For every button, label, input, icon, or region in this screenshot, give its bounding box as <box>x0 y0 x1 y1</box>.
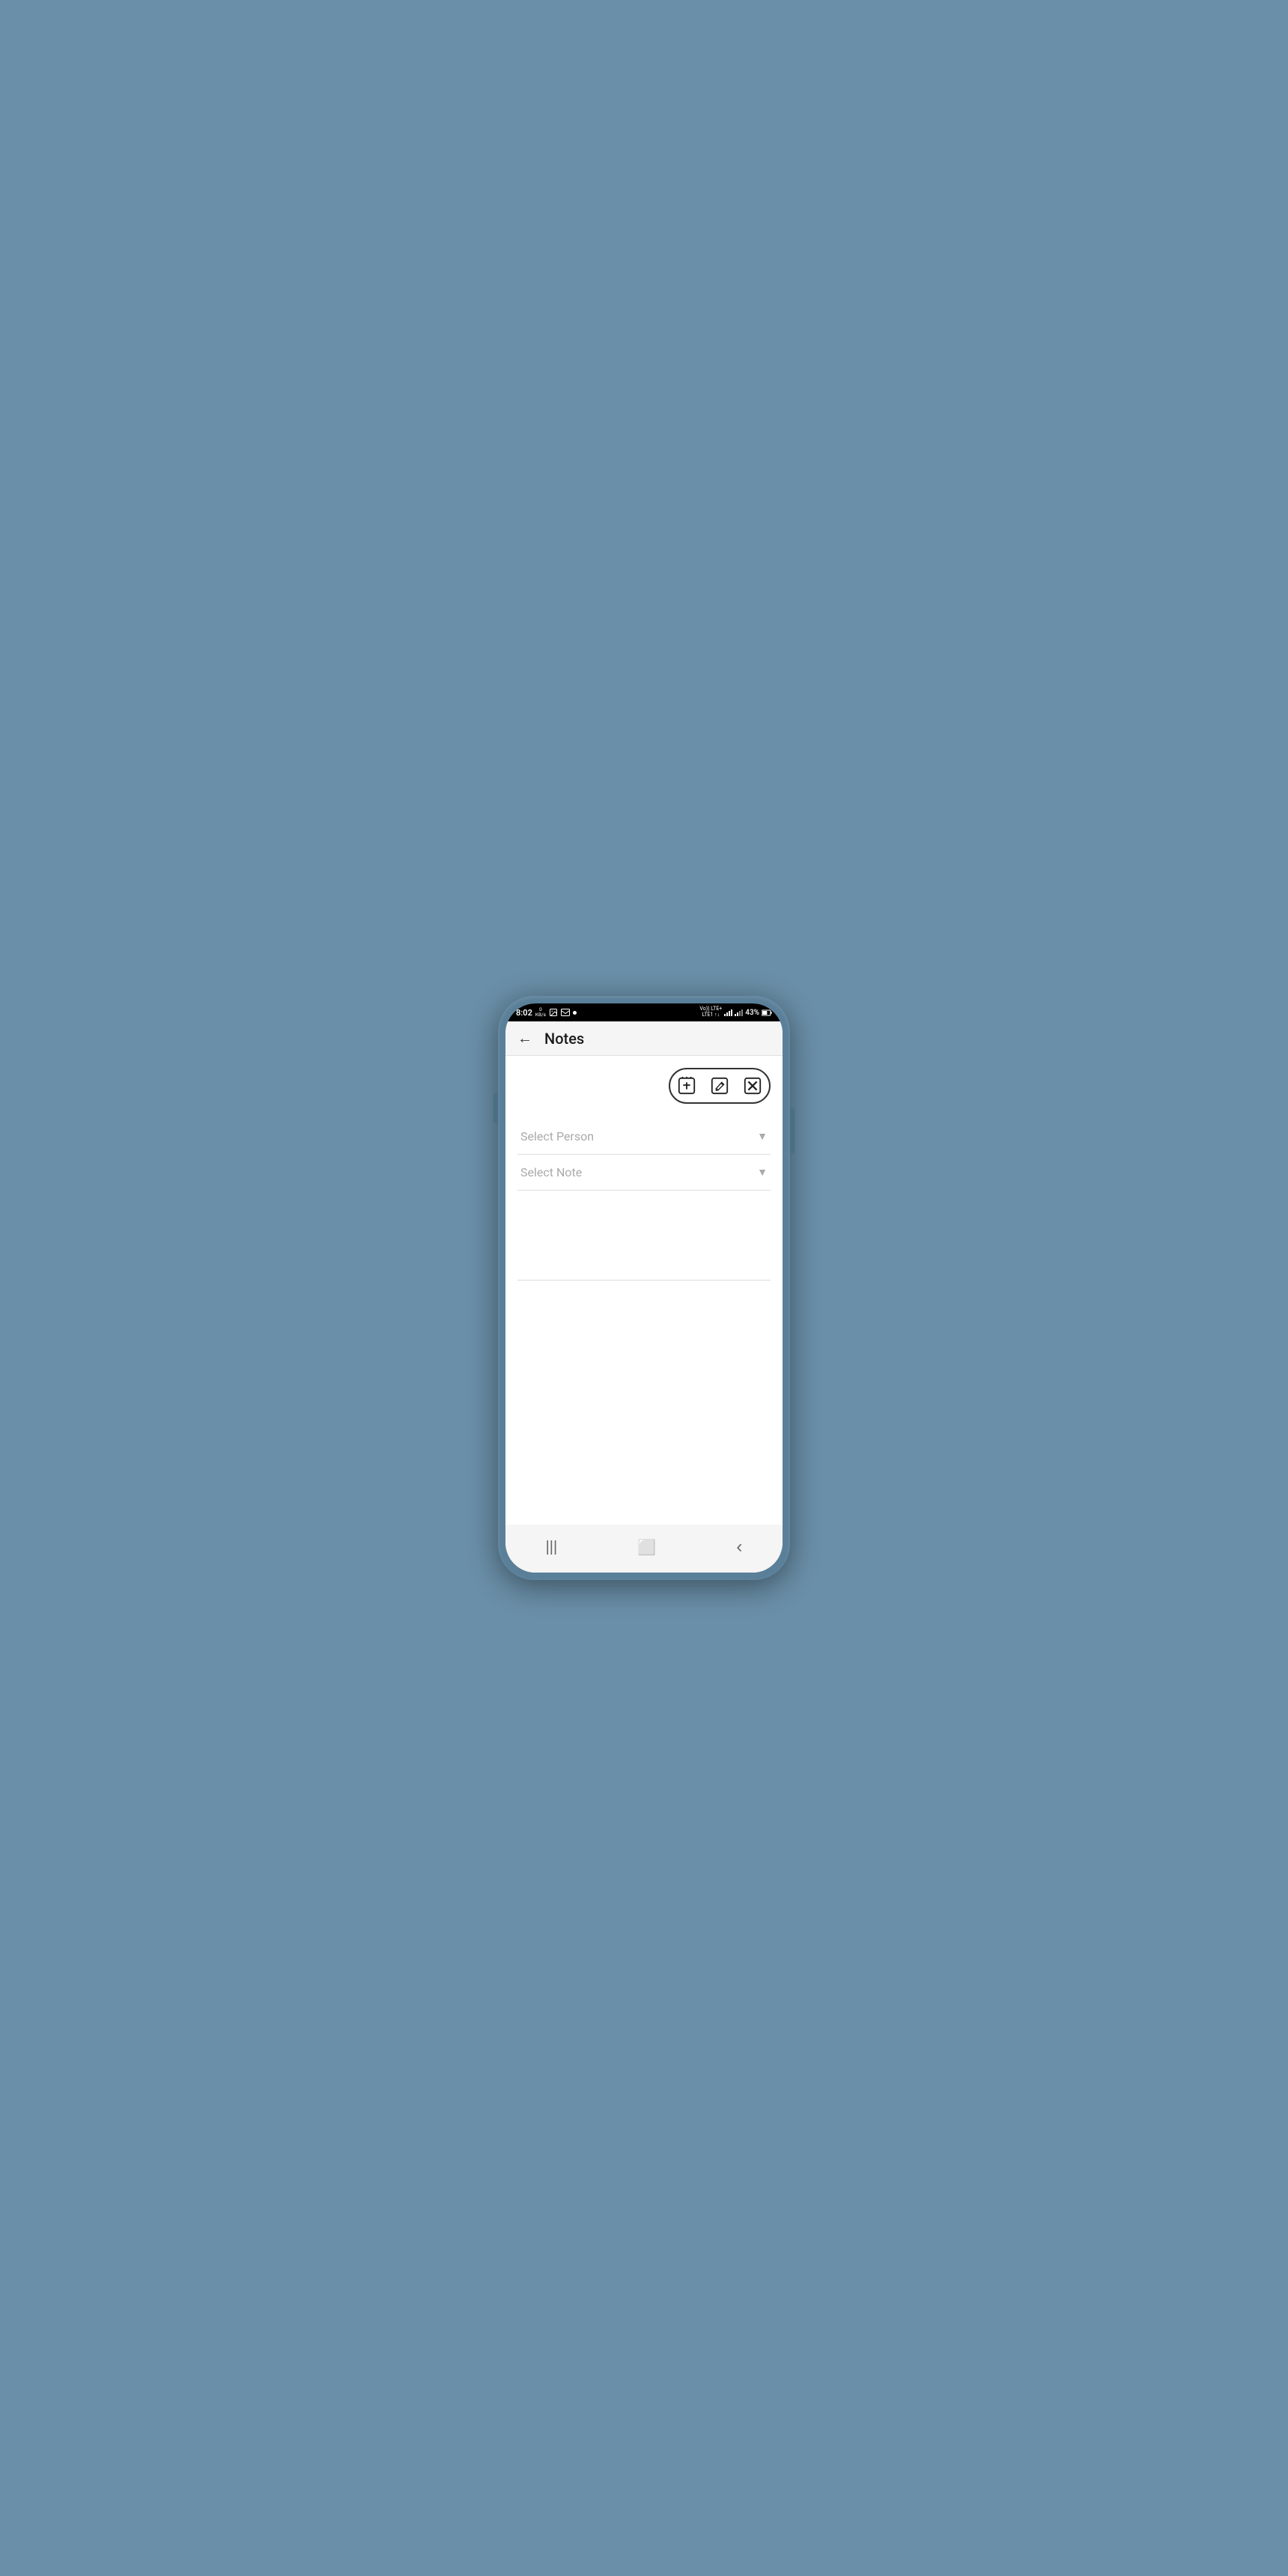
select-note-label: Select Note <box>520 1165 582 1179</box>
edit-note-icon <box>710 1076 729 1096</box>
main-content: Select Person ▼ Select Note ▼ <box>505 1056 783 1525</box>
app-bar: ← Notes <box>505 1021 783 1056</box>
select-note-dropdown[interactable]: Select Note ▼ <box>517 1155 771 1191</box>
phone-screen: 8:02 0KB/s Vo)) LTE+LTE1 ↑↓ <box>505 1003 783 1573</box>
battery-icon <box>762 1009 772 1016</box>
back-nav-button[interactable]: ‹ <box>721 1532 757 1562</box>
image-icon <box>549 1008 558 1017</box>
nav-bar: ||| ⬜ ‹ <box>505 1525 783 1573</box>
dot-indicator <box>573 1011 577 1015</box>
signal-bars-2 <box>735 1009 743 1016</box>
select-person-dropdown[interactable]: Select Person ▼ <box>517 1119 771 1155</box>
recents-button[interactable]: ||| <box>531 1534 573 1561</box>
status-time: 8:02 <box>516 1008 532 1018</box>
status-kb: 0KB/s <box>535 1007 546 1018</box>
edit-note-button[interactable] <box>703 1069 736 1102</box>
chevron-down-icon-2: ▼ <box>757 1166 768 1179</box>
delete-note-button[interactable] <box>736 1069 769 1102</box>
status-right: Vo)) LTE+LTE1 ↑↓ 43% <box>699 1006 772 1018</box>
add-note-button[interactable] <box>670 1069 703 1102</box>
phone-device: 8:02 0KB/s Vo)) LTE+LTE1 ↑↓ <box>498 996 790 1580</box>
home-button[interactable]: ⬜ <box>622 1534 671 1561</box>
select-person-label: Select Person <box>520 1129 594 1143</box>
note-content-area <box>517 1191 771 1281</box>
chevron-down-icon: ▼ <box>757 1130 768 1143</box>
status-left: 8:02 0KB/s <box>516 1007 577 1018</box>
toolbar-row <box>517 1068 771 1104</box>
back-button[interactable]: ← <box>517 1029 532 1048</box>
toolbar-pill <box>669 1068 771 1104</box>
lte-indicator: Vo)) LTE+LTE1 ↑↓ <box>699 1006 722 1018</box>
delete-note-icon <box>743 1076 762 1096</box>
battery-percent: 43% <box>745 1009 759 1017</box>
status-bar: 8:02 0KB/s Vo)) LTE+LTE1 ↑↓ <box>505 1003 783 1021</box>
email-icon <box>561 1009 570 1016</box>
signal-bars-1 <box>724 1009 732 1016</box>
add-note-icon <box>677 1076 696 1096</box>
page-title: Notes <box>544 1030 584 1048</box>
